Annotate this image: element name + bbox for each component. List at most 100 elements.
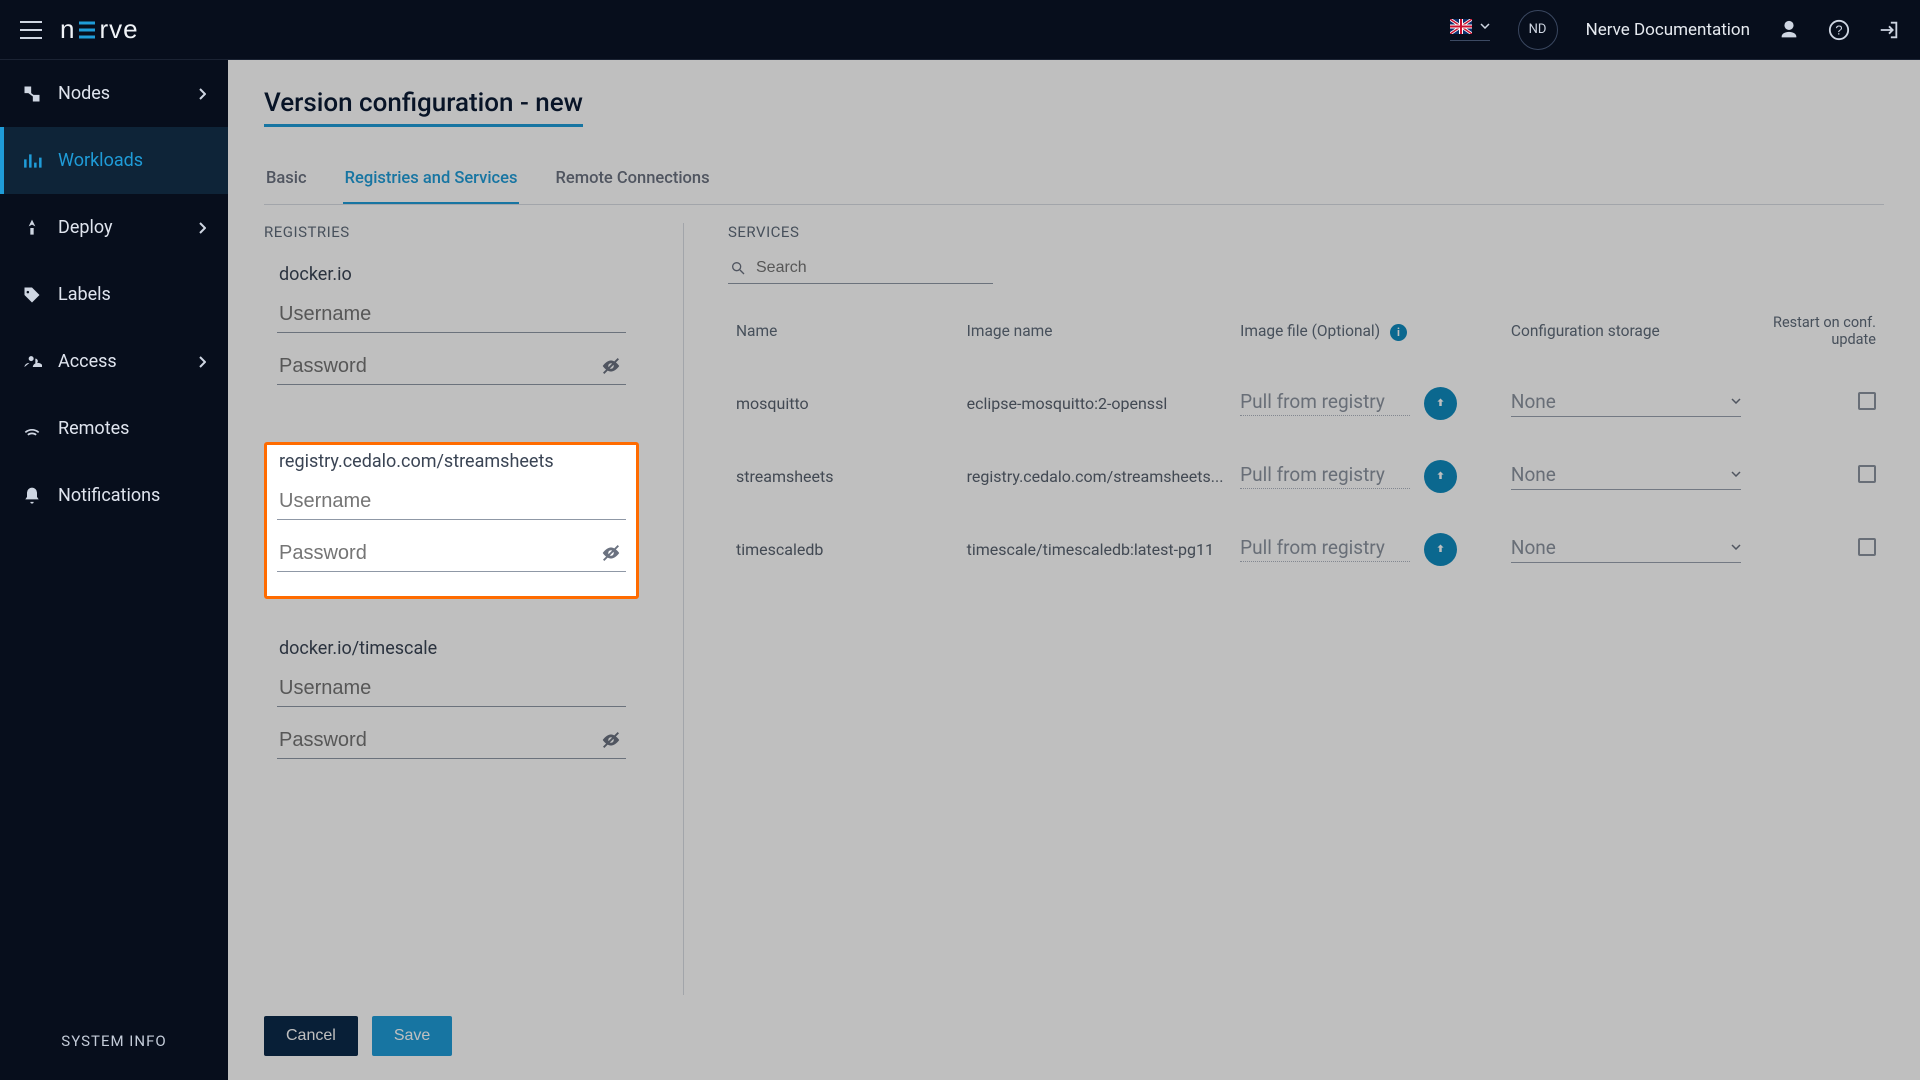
restart-checkbox[interactable]: [1858, 392, 1876, 410]
chevron-right-icon: [198, 88, 206, 100]
chevron-down-icon: [1731, 471, 1741, 477]
registries-heading: REGISTRIES: [264, 223, 639, 241]
visibility-toggle-icon[interactable]: [600, 729, 622, 751]
sidebar-item-deploy[interactable]: Deploy: [0, 194, 228, 261]
save-button[interactable]: Save: [372, 1016, 452, 1056]
registry-password-input[interactable]: [277, 721, 626, 759]
col-file: Image file (Optional) i: [1232, 304, 1503, 367]
sidebar-item-labels[interactable]: Labels: [0, 261, 228, 328]
services-search[interactable]: [728, 255, 993, 284]
cell-name: mosquitto: [728, 367, 959, 440]
labels-icon: [22, 285, 42, 305]
registry-block: docker.io/timescale: [264, 629, 639, 786]
deploy-icon: [22, 218, 42, 238]
chevron-down-icon: [1480, 23, 1490, 29]
pull-from-registry[interactable]: Pull from registry: [1240, 463, 1410, 489]
chevron-down-icon: [1731, 544, 1741, 550]
remotes-icon: [22, 419, 42, 439]
registry-host: docker.io: [277, 264, 626, 285]
tab-bar: Basic Registries and Services Remote Con…: [264, 161, 1884, 205]
pull-from-registry[interactable]: Pull from registry: [1240, 536, 1410, 562]
registry-username-input[interactable]: [277, 295, 626, 333]
sidebar-item-label: Notifications: [58, 485, 160, 506]
registry-block: docker.io: [264, 255, 639, 412]
registry-password-input[interactable]: [277, 347, 626, 385]
col-restart: Restart on conf. update: [1764, 304, 1884, 367]
documentation-link[interactable]: Nerve Documentation: [1586, 20, 1750, 40]
upload-icon[interactable]: [1424, 533, 1457, 566]
pull-from-registry[interactable]: Pull from registry: [1240, 390, 1410, 416]
info-icon[interactable]: i: [1390, 324, 1407, 341]
col-image: Image name: [959, 304, 1233, 367]
col-storage: Configuration storage: [1503, 304, 1764, 367]
sidebar-item-notifications[interactable]: Notifications: [0, 462, 228, 529]
product-logo: n rve: [60, 14, 139, 45]
user-avatar[interactable]: ND: [1518, 10, 1558, 50]
upload-icon[interactable]: [1424, 387, 1457, 420]
sidebar-item-remotes[interactable]: Remotes: [0, 395, 228, 462]
registry-host: docker.io/timescale: [277, 638, 626, 659]
chevron-right-icon: [198, 222, 206, 234]
visibility-toggle-icon[interactable]: [600, 355, 622, 377]
language-selector[interactable]: [1450, 19, 1490, 41]
tab-basic[interactable]: Basic: [264, 161, 309, 204]
logout-icon[interactable]: [1878, 19, 1900, 41]
registry-username-input[interactable]: [277, 482, 626, 520]
registry-password-input[interactable]: [277, 534, 626, 572]
cell-name: timescaledb: [728, 513, 959, 586]
restart-checkbox[interactable]: [1858, 538, 1876, 556]
tab-remote-connections[interactable]: Remote Connections: [553, 161, 711, 204]
storage-select[interactable]: None: [1511, 463, 1741, 490]
cell-image: timescale/timescaledb:latest-pg11: [959, 513, 1233, 586]
sidebar-item-label: Deploy: [58, 217, 113, 238]
visibility-toggle-icon[interactable]: [600, 542, 622, 564]
system-info-link[interactable]: SYSTEM INFO: [0, 1002, 228, 1080]
sidebar-item-label: Labels: [58, 284, 111, 305]
main-content: Version configuration - new Basic Regist…: [228, 60, 1920, 1080]
flag-uk-icon: [1450, 19, 1472, 34]
workloads-icon: [22, 151, 42, 171]
search-icon: [730, 260, 746, 276]
form-actions: Cancel Save: [264, 1016, 452, 1056]
account-icon[interactable]: [1778, 19, 1800, 41]
table-row: mosquitto eclipse-mosquitto:2-openssl Pu…: [728, 367, 1884, 440]
sidebar-item-label: Nodes: [58, 83, 110, 104]
bell-icon: [22, 486, 42, 506]
sidebar-item-label: Access: [58, 351, 117, 372]
sidebar-item-label: Workloads: [58, 150, 143, 171]
cell-name: streamsheets: [728, 440, 959, 513]
chevron-down-icon: [1731, 398, 1741, 404]
table-row: timescaledb timescale/timescaledb:latest…: [728, 513, 1884, 586]
sidebar-item-access[interactable]: Access: [0, 328, 228, 395]
storage-select[interactable]: None: [1511, 390, 1741, 417]
restart-checkbox[interactable]: [1858, 465, 1876, 483]
cell-image: eclipse-mosquitto:2-openssl: [959, 367, 1233, 440]
sidebar-item-nodes[interactable]: Nodes: [0, 60, 228, 127]
sidebar-item-workloads[interactable]: Workloads: [0, 127, 228, 194]
storage-select[interactable]: None: [1511, 536, 1741, 563]
registry-block-highlighted: registry.cedalo.com/streamsheets: [264, 442, 639, 599]
cancel-button[interactable]: Cancel: [264, 1016, 358, 1056]
upload-icon[interactable]: [1424, 460, 1457, 493]
nodes-icon: [22, 84, 42, 104]
search-input[interactable]: [756, 259, 991, 277]
top-bar: n rve ND Nerve Documentation ?: [0, 0, 1920, 60]
services-heading: SERVICES: [728, 223, 1884, 241]
registry-username-input[interactable]: [277, 669, 626, 707]
svg-text:?: ?: [1835, 22, 1842, 37]
tab-registries-services[interactable]: Registries and Services: [343, 161, 520, 204]
services-table: Name Image name Image file (Optional) i …: [728, 304, 1884, 586]
services-panel: SERVICES Name Image name Image file (Opt…: [684, 223, 1884, 995]
registries-panel: REGISTRIES docker.io registry.cedalo.com: [264, 223, 684, 995]
menu-toggle-icon[interactable]: [20, 21, 42, 39]
help-icon[interactable]: ?: [1828, 19, 1850, 41]
sidebar: Nodes Workloads Deploy Labels Access Rem…: [0, 60, 228, 1080]
table-row: streamsheets registry.cedalo.com/streams…: [728, 440, 1884, 513]
chevron-right-icon: [198, 356, 206, 368]
cell-image: registry.cedalo.com/streamsheets...: [959, 440, 1233, 513]
sidebar-item-label: Remotes: [58, 418, 129, 439]
registry-host: registry.cedalo.com/streamsheets: [277, 451, 626, 472]
access-icon: [22, 352, 42, 372]
col-name: Name: [728, 304, 959, 367]
logo-mark-icon: [77, 19, 97, 41]
